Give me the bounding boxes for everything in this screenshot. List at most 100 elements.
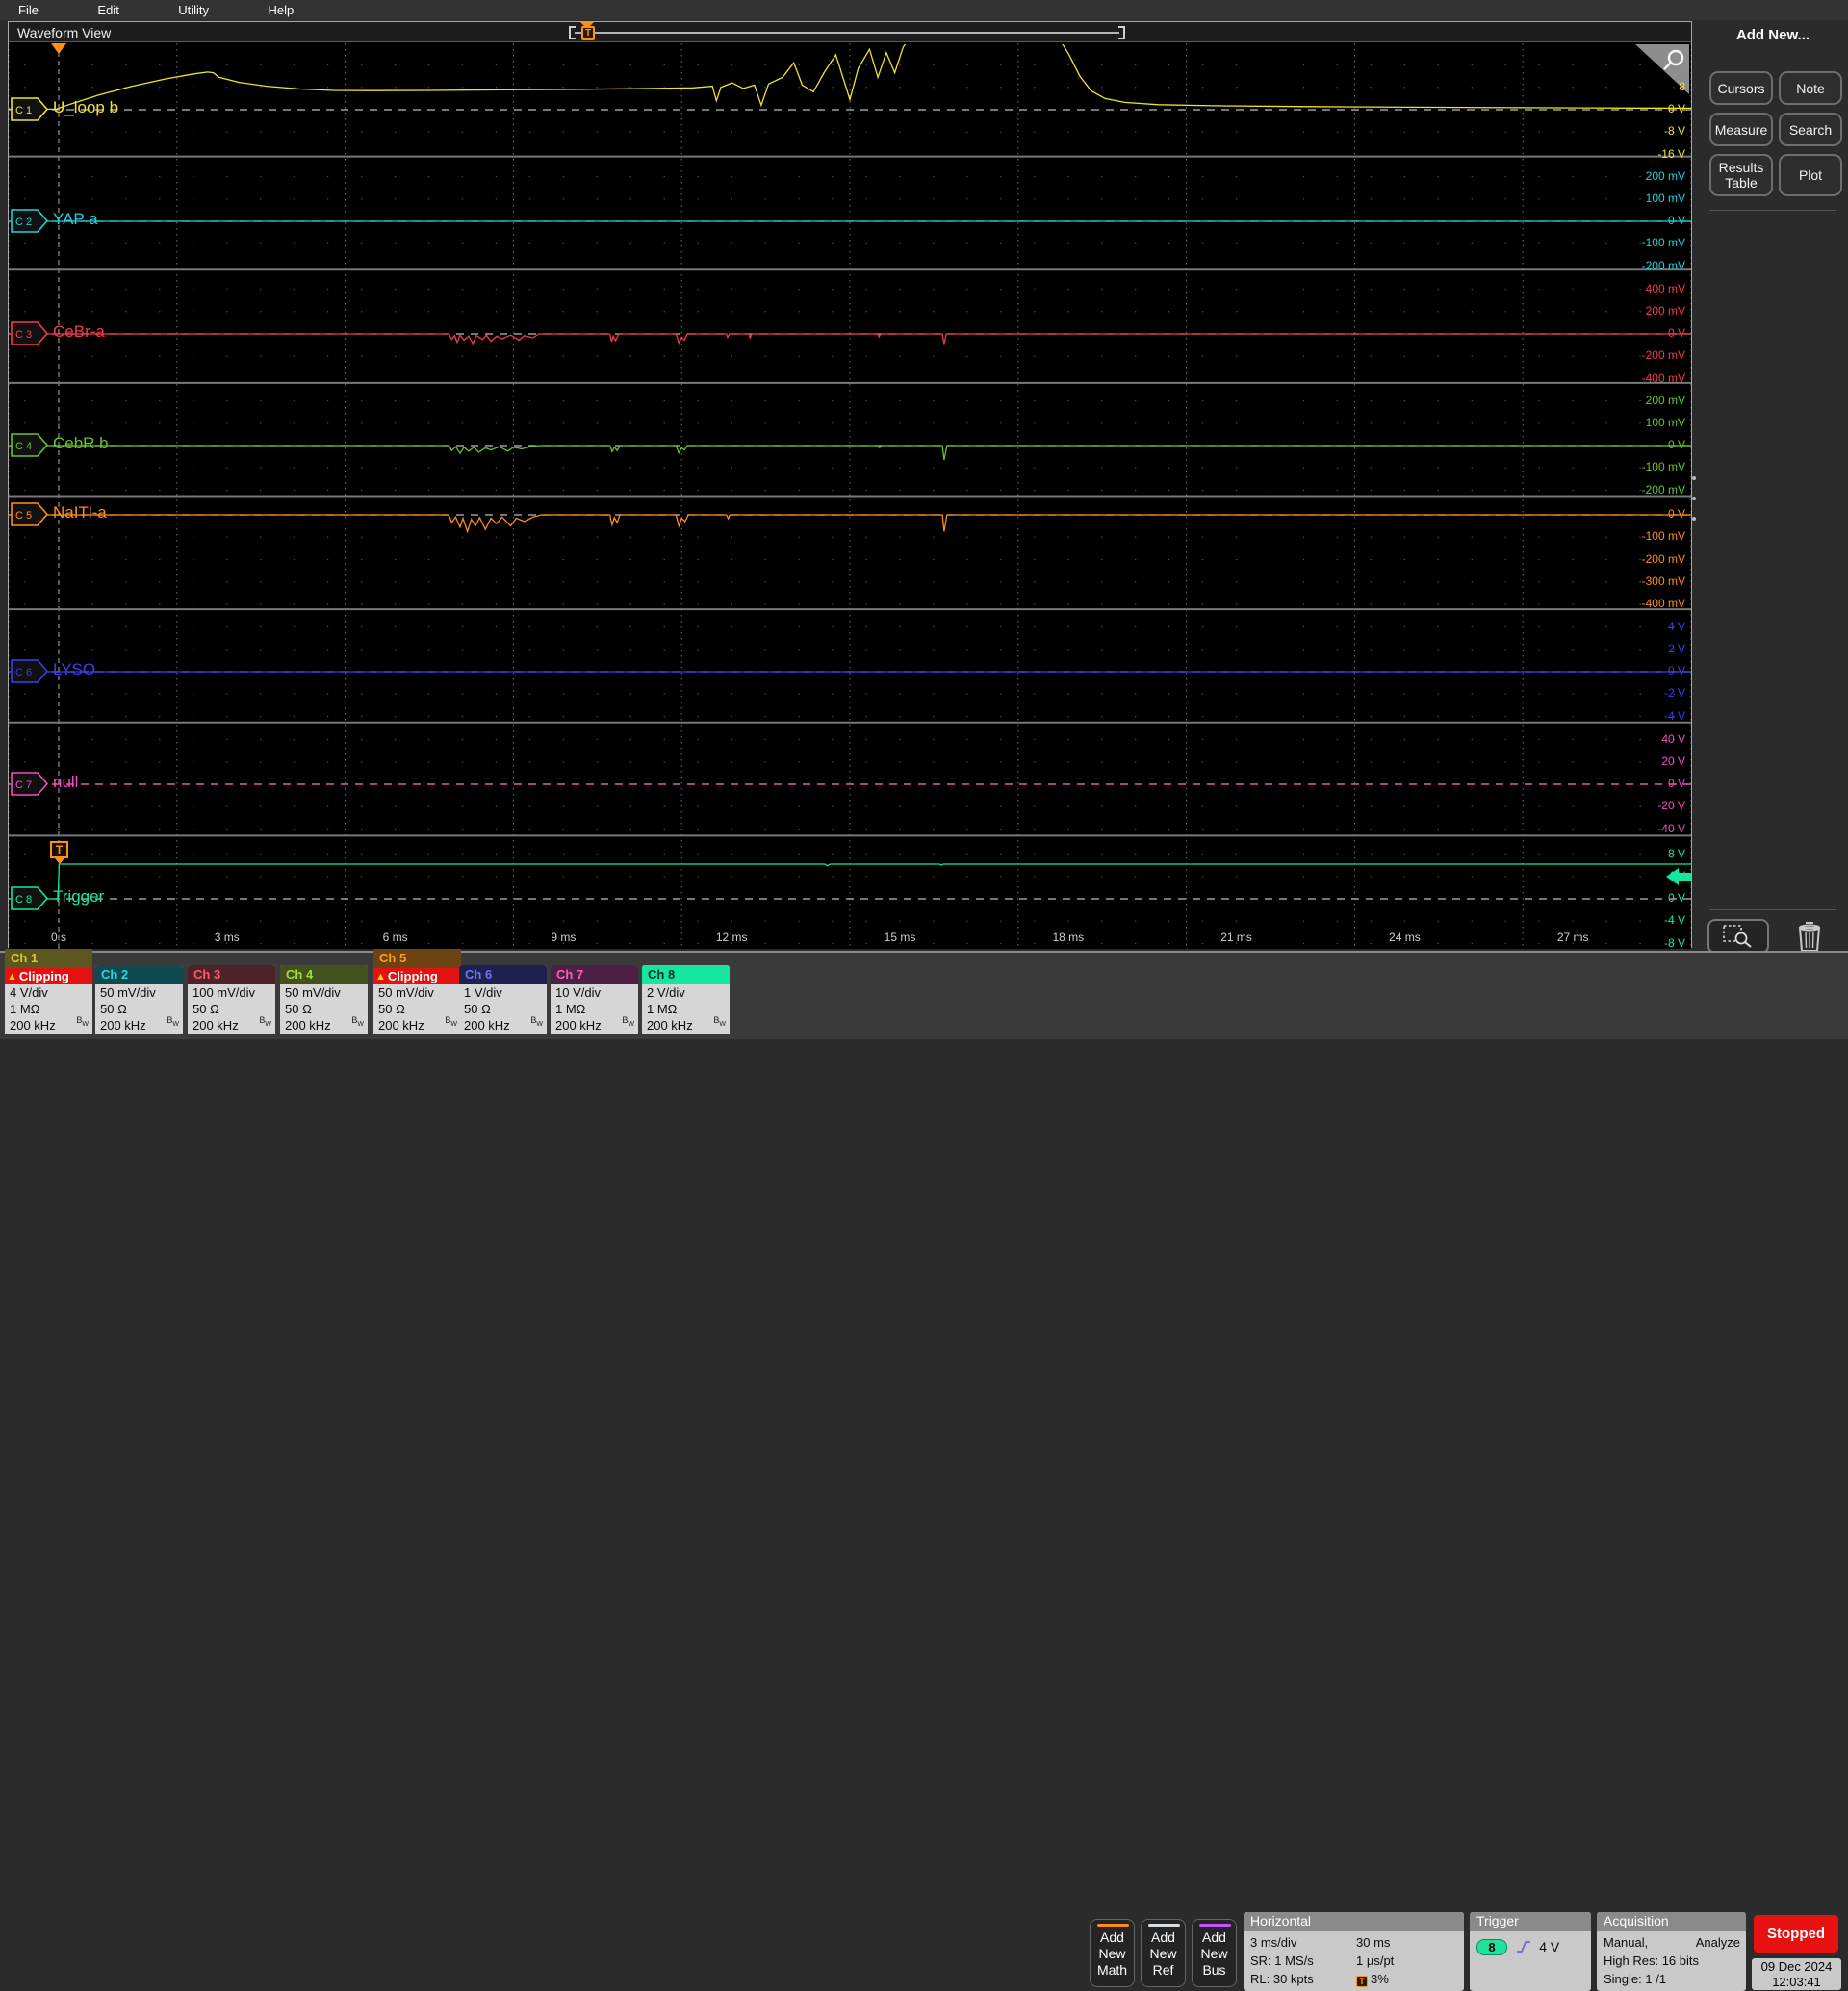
channel-name-CeBr-a[interactable]: CeBr-a: [53, 322, 105, 342]
channel-badge-c4[interactable]: C 4: [11, 433, 49, 457]
scale-label-NaITl-a: -300 mV: [1642, 574, 1685, 588]
trigger-level: 4 V: [1539, 1939, 1559, 1954]
scale-label-LYSO: 0 V: [1668, 664, 1685, 677]
scale-label-YAP a: -100 mV: [1642, 236, 1685, 249]
add-new-math-button[interactable]: AddNewMath: [1090, 1919, 1135, 1987]
cursors-button[interactable]: Cursors: [1709, 71, 1773, 105]
scale-label-Trigger: -8 V: [1664, 936, 1685, 950]
add-new-heading: Add New...: [1698, 27, 1848, 43]
channel-setting-row: 4 V/div: [5, 984, 92, 1001]
bandwidth-limit-icon: BW: [167, 1012, 179, 1033]
scale-label-null: -40 V: [1657, 822, 1685, 835]
rising-edge-icon: [1515, 1939, 1532, 1954]
channel-badge-c2[interactable]: C 2: [11, 209, 49, 233]
channel-setting-row: 200 kHzBW: [551, 1017, 638, 1034]
scale-label-U_loop b: -16 V: [1657, 147, 1685, 161]
zoom-area-button[interactable]: [1707, 919, 1769, 954]
channel-tab-ch1[interactable]: Ch 1▲Clipping4 V/div1 MΩ200 kHzBW: [5, 949, 92, 1034]
channel-tab-ch8[interactable]: Ch 82 V/div1 MΩ200 kHzBW: [642, 965, 730, 1034]
channel-name-null[interactable]: null: [53, 773, 78, 792]
scale-label-NaITl-a: -100 mV: [1642, 529, 1685, 543]
scale-label-LYSO: 2 V: [1668, 642, 1685, 655]
search-button[interactable]: Search: [1779, 113, 1842, 146]
svg-text:C 6: C 6: [15, 667, 32, 678]
horizontal-record-length: RL: 30 kpts: [1250, 1970, 1356, 1988]
time-label-12ms: 12 ms: [716, 931, 748, 944]
note-button[interactable]: Note: [1779, 71, 1842, 105]
channel-name-LYSO[interactable]: LYSO: [53, 660, 95, 679]
channel-tab-ch5[interactable]: Ch 5▲Clipping50 mV/div50 Ω200 kHzBW: [373, 949, 461, 1034]
menu-help[interactable]: Help: [269, 0, 295, 17]
bandwidth-limit-icon: BW: [259, 1012, 271, 1033]
channel-tab-title: Ch 4: [280, 965, 368, 984]
date-label: 09 Dec 2024: [1752, 1959, 1841, 1975]
results-table-button[interactable]: Results Table: [1709, 154, 1773, 196]
scale-label-CeBr-a: -200 mV: [1642, 348, 1685, 362]
channel-name-Trigger[interactable]: Trigger: [53, 887, 104, 906]
channel-name-U_loop b[interactable]: U_loop b: [53, 98, 118, 117]
channel-setting-row: 200 kHzBW: [642, 1017, 730, 1034]
channel-tab-ch7[interactable]: Ch 710 V/div1 MΩ200 kHzBW: [551, 965, 638, 1034]
menu-file[interactable]: File: [18, 0, 38, 17]
channel-name-YAP a[interactable]: YAP a: [53, 210, 98, 229]
scale-label-null: 20 V: [1661, 754, 1685, 768]
time-label-0s: 0 s: [51, 931, 66, 944]
acquisition-detail: High Res: 16 bits: [1604, 1952, 1740, 1970]
scale-label-NaITl-a: -200 mV: [1642, 552, 1685, 566]
channel-badge-c3[interactable]: C 3: [11, 321, 49, 345]
menu-utility[interactable]: Utility: [178, 0, 209, 17]
waveform-plot-area[interactable]: T 80 V-8 V-16 VC 1U_loop b200 mV100 mV0 …: [9, 43, 1691, 949]
time-label-21ms: 21 ms: [1220, 931, 1252, 944]
channel-setting-row: 200 kHzBW: [459, 1017, 547, 1034]
acquisition-overview-bar[interactable]: T: [569, 24, 1125, 41]
trigger-level-arrow-icon[interactable]: [1666, 868, 1691, 885]
time-label-6ms: 6 ms: [383, 931, 408, 944]
time-label: 12:03:41: [1752, 1975, 1841, 1990]
channel-name-CebR b[interactable]: CebR b: [53, 434, 109, 453]
channel-setting-row: 200 kHzBW: [188, 1017, 275, 1034]
trigger-source-t-icon[interactable]: T: [50, 841, 68, 858]
channel-badge-c7[interactable]: C 7: [11, 772, 49, 796]
horizontal-panel-title: Horizontal: [1244, 1912, 1464, 1931]
channel-badge-c6[interactable]: C 6: [11, 659, 49, 683]
add-new-bus-button[interactable]: AddNewBus: [1192, 1919, 1237, 1987]
measure-button[interactable]: Measure: [1709, 113, 1773, 146]
channel-setting-row: 1 V/div: [459, 984, 547, 1001]
svg-text:C 1: C 1: [15, 105, 32, 116]
channel-setting-row: 2 V/div: [642, 984, 730, 1001]
trigger-position-marker-icon[interactable]: [51, 43, 66, 54]
time-label-27ms: 27 ms: [1557, 931, 1589, 944]
acquisition-analyze: Analyze: [1696, 1933, 1740, 1952]
add-new-ref-button[interactable]: AddNewRef: [1141, 1919, 1186, 1987]
scale-label-CebR b: -100 mV: [1642, 460, 1685, 473]
trigger-panel[interactable]: Trigger 8 4 V: [1470, 1912, 1591, 1991]
channel-tab-ch6[interactable]: Ch 61 V/div50 Ω200 kHzBW: [459, 965, 547, 1034]
plot-button[interactable]: Plot: [1779, 154, 1842, 196]
channel-tab-title: Ch 5: [373, 949, 461, 968]
channel-name-NaITl-a[interactable]: NaITl-a: [53, 503, 107, 523]
run-stop-status-button[interactable]: Stopped: [1754, 1915, 1838, 1953]
channel-badge-c1[interactable]: C 1: [11, 97, 49, 121]
scale-label-YAP a: 200 mV: [1646, 169, 1685, 183]
channel-badge-c5[interactable]: C 5: [11, 502, 49, 526]
scale-label-CeBr-a: 0 V: [1668, 326, 1685, 340]
scale-label-LYSO: 4 V: [1668, 620, 1685, 633]
menu-edit[interactable]: Edit: [97, 0, 118, 17]
menu-bar: File Edit Utility Help: [0, 0, 1848, 20]
channel-tab-ch3[interactable]: Ch 3100 mV/div50 Ω200 kHzBW: [188, 965, 275, 1034]
trash-button[interactable]: [1790, 917, 1829, 956]
channel-tab-ch4[interactable]: Ch 450 mV/div50 Ω200 kHzBW: [280, 965, 368, 1034]
time-label-9ms: 9 ms: [551, 931, 576, 944]
side-panel-divider: [1709, 210, 1836, 211]
waveform-view-title: Waveform View: [17, 25, 111, 40]
bus-color-strip: [1199, 1924, 1231, 1927]
acquisition-panel[interactable]: Acquisition Manual,Analyze High Res: 16 …: [1597, 1912, 1746, 1991]
panel-resize-handle[interactable]: [1691, 476, 1697, 521]
horizontal-sample-rate: SR: 1 MS/s: [1250, 1952, 1356, 1970]
horizontal-panel[interactable]: Horizontal 3 ms/div30 ms SR: 1 MS/s1 µs/…: [1244, 1912, 1464, 1991]
channel-tab-ch2[interactable]: Ch 250 mV/div50 Ω200 kHzBW: [95, 965, 183, 1034]
channel-badge-c8[interactable]: C 8: [11, 886, 49, 910]
channel-setting-row: 50 mV/div: [373, 984, 461, 1001]
waveform-view-window: Waveform View T T 80 V-8 V-16 VC 1U_loop…: [8, 21, 1692, 948]
overview-trigger-t-icon[interactable]: T: [581, 26, 595, 40]
